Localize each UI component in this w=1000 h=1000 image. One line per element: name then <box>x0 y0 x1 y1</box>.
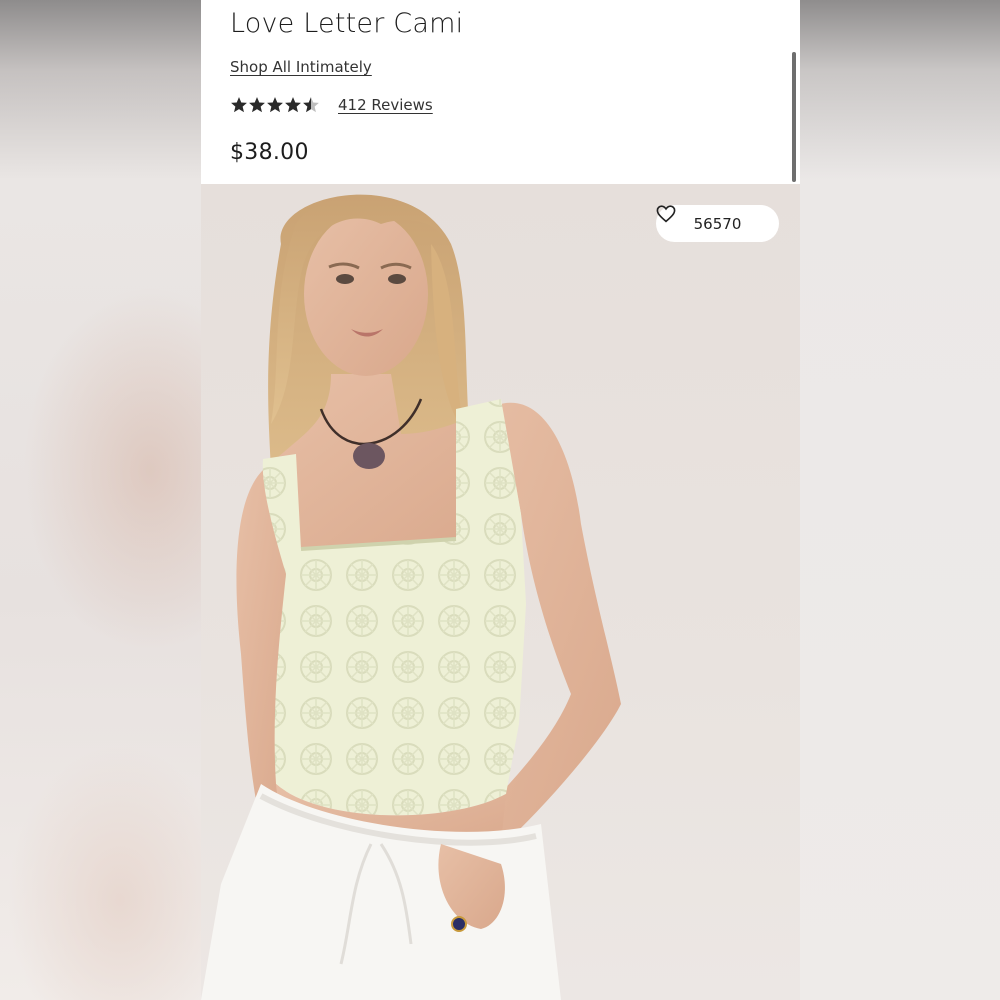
favorites-count: 56570 <box>693 214 742 233</box>
product-page-screen: Love Letter Cami Shop All Intimately 412… <box>201 0 800 1000</box>
blurred-backdrop-right <box>800 0 1000 1000</box>
product-info-panel: Love Letter Cami Shop All Intimately 412… <box>201 0 800 184</box>
product-price: $38.00 <box>230 140 309 165</box>
product-title: Love Letter Cami <box>230 8 464 39</box>
product-image[interactable]: 56570 <box>201 184 800 1000</box>
star-full-icon <box>285 97 301 113</box>
star-half-icon <box>303 97 319 113</box>
reviews-link[interactable]: 412 Reviews <box>338 96 433 114</box>
star-rating <box>230 96 326 114</box>
blurred-backdrop-left <box>0 0 201 1000</box>
shop-all-link[interactable]: Shop All Intimately <box>230 58 372 76</box>
star-full-icon <box>231 97 247 113</box>
star-full-icon <box>249 97 265 113</box>
favorite-button[interactable]: 56570 <box>656 205 779 242</box>
model-photo-illustration <box>201 194 621 1000</box>
heart-outline-icon <box>656 205 676 223</box>
scrollbar[interactable] <box>792 52 796 182</box>
star-full-icon <box>267 97 283 113</box>
rating-row: 412 Reviews <box>230 93 433 117</box>
